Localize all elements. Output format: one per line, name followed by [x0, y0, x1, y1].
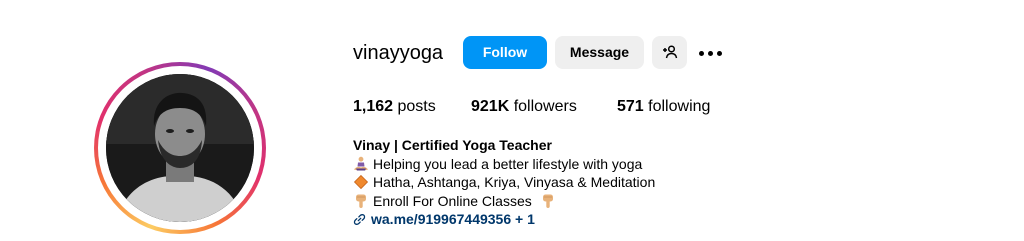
display-name: Vinay | Certified Yoga Teacher [353, 137, 552, 153]
bio-line: Hatha, Ashtanga, Kriya, Vinyasa & Medita… [353, 173, 655, 192]
orange-diamond-emoji-icon [353, 174, 369, 190]
more-options-icon [708, 51, 713, 56]
pointing-down-emoji-icon [542, 194, 553, 208]
following-stat[interactable]: 571 following [617, 97, 710, 117]
story-ring[interactable] [94, 62, 266, 234]
meditation-emoji-icon [354, 156, 368, 170]
following-count: 571 [617, 98, 644, 115]
username: vinayyoga [353, 42, 444, 64]
bio-line: Helping you lead a better lifestyle with… [353, 155, 655, 174]
more-options-button[interactable] [697, 40, 725, 66]
bio-line: Enroll For Online Classes [353, 192, 655, 211]
suggested-accounts-button[interactable] [652, 36, 687, 69]
follow-button[interactable]: Follow [463, 36, 547, 69]
followers-stat[interactable]: 921K followers [471, 97, 577, 117]
avatar-photo [106, 74, 254, 222]
more-options-icon [717, 51, 722, 56]
person-add-icon [662, 45, 677, 59]
bio: Vinay | Certified Yoga Teacher Helping y… [353, 136, 655, 229]
avatar[interactable] [106, 74, 254, 222]
followers-count: 921K [471, 98, 510, 115]
posts-label: posts [397, 98, 436, 115]
followers-label: followers [513, 98, 577, 115]
more-options-icon [699, 51, 704, 56]
bio-link[interactable]: wa.me/919967449356 + 1 [353, 210, 655, 229]
pointing-down-emoji-icon [356, 194, 366, 208]
bio-link-text[interactable]: wa.me/919967449356 + 1 [371, 211, 535, 227]
message-button[interactable]: Message [555, 36, 644, 69]
bio-line-text: Helping you lead a better lifestyle with… [373, 155, 643, 172]
following-label: following [648, 98, 711, 115]
posts-count: 1,162 [353, 98, 394, 115]
bio-line-text: Hatha, Ashtanga, Kriya, Vinyasa & Medita… [373, 174, 656, 190]
link-icon [353, 214, 366, 225]
posts-stat: 1,162 posts [353, 97, 436, 117]
bio-line-text: Enroll For Online Classes [373, 192, 532, 209]
